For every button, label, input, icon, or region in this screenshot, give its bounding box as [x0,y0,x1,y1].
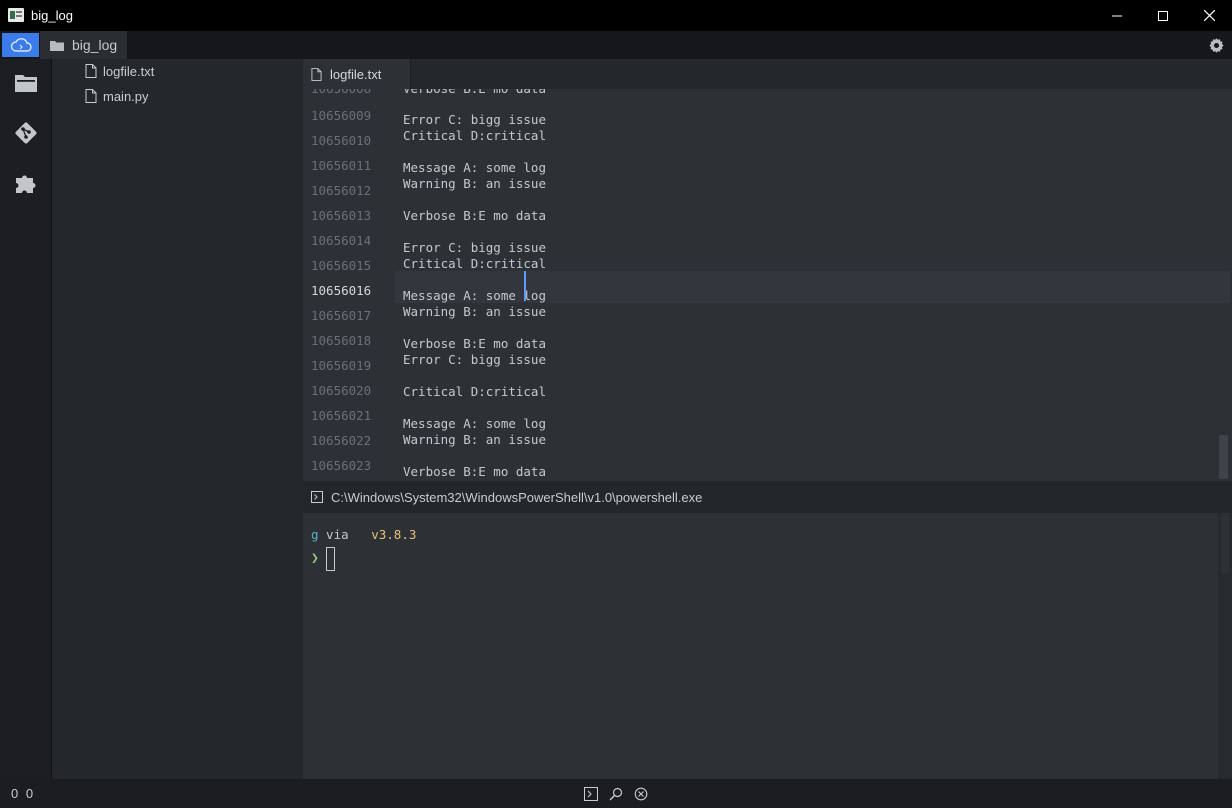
tab-label: logfile.txt [330,66,382,82]
activity-bar [0,59,52,779]
app-icon [8,8,24,22]
line-number: 10656011 [311,158,372,173]
line-number: 10656023 [311,458,372,473]
code-line: Warning B: an issue [403,432,546,447]
line-number: 10656010 [311,133,372,148]
line-number: 10656018 [311,333,372,348]
terminal-prompt: g via v3.8.3 [311,527,416,542]
window-title: big_log [31,8,73,23]
code-line: Error C: bigg issue [403,352,546,367]
puzzle-icon [16,175,36,193]
terminal-header: C:\Windows\System32\WindowsPowerShell\v1… [303,481,1232,513]
code-line: Critical D:critical [403,384,546,399]
file-explorer: logfile.txt main.py [52,59,303,779]
minimize-button[interactable] [1094,0,1140,31]
line-number: 10656012 [311,183,372,198]
search-icon[interactable] [609,787,623,801]
text-caret [524,271,526,301]
editor-scrollbar[interactable] [1219,435,1228,479]
line-number: 10656022 [311,433,372,448]
code-line: Verbose B:E mo data [403,208,546,223]
file-icon [85,64,97,78]
git-icon [15,122,37,144]
line-number: 10656017 [311,308,372,323]
close-button[interactable] [1186,0,1232,31]
title-bar: big_log [0,0,1232,31]
terminal-icon [311,491,323,503]
line-number: 10656016 [311,283,372,298]
explorer-file-logfile[interactable]: logfile.txt [85,61,154,81]
prompt-via: via [318,527,357,542]
line-number: 10656020 [311,383,372,398]
explorer-file-main[interactable]: main.py [85,86,149,106]
project-bar: big_log [0,31,1232,59]
tab-logfile[interactable]: logfile.txt [303,59,411,89]
line-number: 10656014 [311,233,372,248]
line-number: 10656013 [311,208,372,223]
code-editor[interactable]: 10656008 Verbose B:E mo data 10656009 10656… [303,89,1232,481]
source-control-button[interactable] [12,119,40,147]
line-number: 10656015 [311,258,372,273]
line-number: 10656019 [311,358,372,373]
cloud-icon [10,38,32,52]
status-counts: 0 0 [11,786,34,801]
code-line: Error C: bigg issue [403,112,546,127]
line-number: 10656009 [311,108,372,123]
minimize-icon [1112,15,1122,16]
file-icon [311,67,322,81]
terminal-toggle-icon[interactable] [584,787,598,801]
line-number: 10656008 [311,89,391,96]
remote-button[interactable] [2,33,39,57]
file-cabinet-icon [15,75,37,92]
prompt-chevron: ❯ [311,551,319,566]
close-icon [1203,10,1215,21]
code-line: Error C: bigg issue [403,240,546,255]
file-name: logfile.txt [103,63,155,79]
project-name: big_log [72,37,118,53]
maximize-icon [1158,10,1168,21]
terminal-cursor [326,547,335,571]
problems-icon[interactable] [634,787,648,801]
file-icon [85,89,97,103]
extensions-button[interactable] [12,169,40,197]
maximize-button[interactable] [1140,0,1186,31]
code-line: Critical D:critical [403,128,546,143]
line-number: 10656021 [311,408,372,423]
terminal-scrollbar[interactable] [1218,513,1232,779]
file-name: main.py [103,88,149,104]
code-line: Warning B: an issue [403,304,546,319]
prompt-version: v3.8.3 [371,527,417,542]
code-line: Verbose B:E mo data [403,89,546,96]
explorer-button[interactable] [12,69,40,97]
status-bar: 0 0 [0,779,1232,808]
project-tab[interactable]: big_log [40,31,127,59]
prompt-branch: g [311,527,319,542]
editor-tab-bar: logfile.txt [303,59,1232,89]
terminal-title: C:\Windows\System32\WindowsPowerShell\v1… [331,489,703,505]
code-line: Critical D:critical [403,256,546,271]
code-line: Message A: some log [403,160,546,175]
code-line: Verbose B:E mo data [403,464,546,479]
code-line: Message A: some log [403,416,546,431]
gear-icon[interactable] [1208,37,1225,54]
code-line: Verbose B:E mo data [403,336,546,351]
code-line: Warning B: an issue [403,176,546,191]
folder-icon [50,41,64,51]
terminal-panel[interactable]: C:\Windows\System32\WindowsPowerShell\v1… [303,481,1232,779]
